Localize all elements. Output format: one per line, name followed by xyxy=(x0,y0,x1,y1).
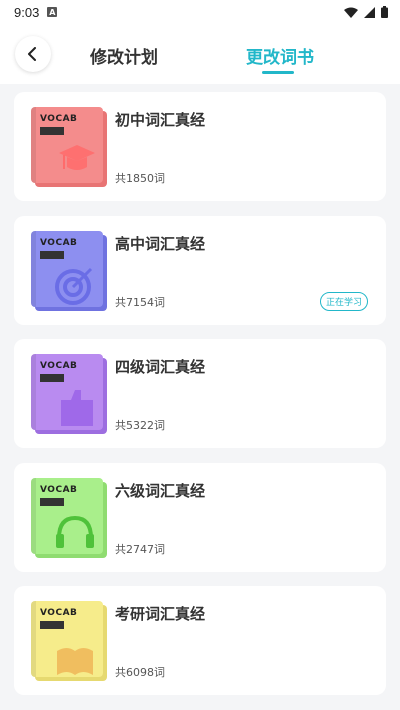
wifi-icon xyxy=(344,7,358,18)
active-tab-indicator xyxy=(262,71,294,74)
studying-badge: 正在学习 xyxy=(319,291,368,311)
book-cover: VOCAB xyxy=(31,107,107,187)
book-word-count: 共7154词 xyxy=(115,295,165,309)
book-icon xyxy=(57,648,93,675)
mortarboard-icon xyxy=(59,145,95,170)
book-title: 高中词汇真经 xyxy=(115,234,206,253)
target-icon xyxy=(55,267,93,305)
book-title: 考研词汇真经 xyxy=(115,605,206,623)
back-button[interactable] xyxy=(15,36,51,72)
header: 修改计划 更改词书 xyxy=(0,24,400,84)
book-word-count: 共6098词 xyxy=(115,666,165,679)
book-word-count: 共1850词 xyxy=(115,172,165,185)
thumbs-up-icon xyxy=(61,390,93,426)
book-cover: VOCAB xyxy=(31,354,107,434)
book-card-cet6[interactable]: VOCAB 六级词汇真经 共2747词 xyxy=(14,462,386,572)
book-cover: VOCAB xyxy=(31,230,107,311)
tab-modify-plan[interactable]: 修改计划 xyxy=(90,43,158,68)
book-title: 四级词汇真经 xyxy=(115,358,206,376)
book-card-junior[interactable]: VOCAB 初中词汇真经 共1850词 xyxy=(14,92,386,201)
signal-icon xyxy=(364,6,375,18)
status-time: 9:03 xyxy=(14,4,40,20)
chevron-left-icon xyxy=(28,47,36,61)
book-word-count: 共2747词 xyxy=(115,542,165,556)
notification-icon: A xyxy=(47,7,58,17)
book-word-count: 共5322词 xyxy=(115,419,165,432)
battery-icon xyxy=(381,6,388,18)
book-list: VOCAB 初中词汇真经 共1850词 VOCAB 高中词汇真经 共7154词 … xyxy=(0,84,400,695)
status-bar: 9:03 A xyxy=(0,0,400,24)
book-cover: VOCAB xyxy=(31,477,107,558)
book-title: 初中词汇真经 xyxy=(115,111,206,129)
book-card-cet4[interactable]: VOCAB 四级词汇真经 共5322词 xyxy=(14,339,386,448)
book-card-postgrad[interactable]: VOCAB 考研词汇真经 共6098词 xyxy=(14,586,386,695)
book-title: 六级词汇真经 xyxy=(115,481,206,500)
book-cover: VOCAB xyxy=(31,601,107,681)
tab-change-book[interactable]: 更改词书 xyxy=(246,43,314,68)
book-card-senior[interactable]: VOCAB 高中词汇真经 共7154词 正在学习 xyxy=(14,215,386,325)
headphones-icon xyxy=(56,515,94,548)
